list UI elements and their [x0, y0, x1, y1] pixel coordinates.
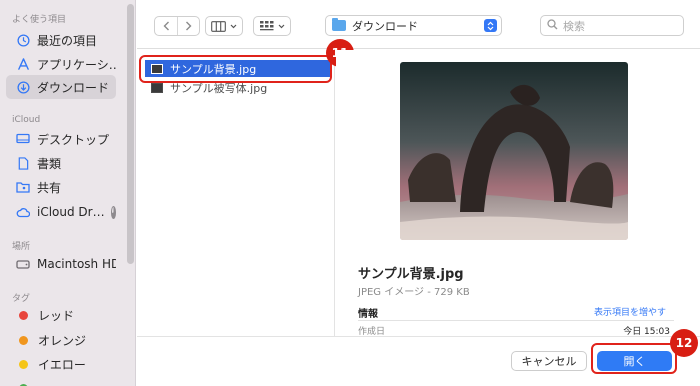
image-file-icon [151, 82, 163, 93]
sidebar-item-label: 書類 [37, 156, 62, 171]
sidebar-item-label: iCloud Dr… [37, 205, 105, 219]
sidebar-item-shared[interactable]: 共有 [6, 175, 116, 199]
file-list: サンプル背景.jpg サンプル被写体.jpg [137, 50, 335, 336]
sidebar-item-label: 最近の項目 [37, 33, 98, 48]
desktop-icon [16, 132, 30, 146]
group-button[interactable] [253, 16, 291, 36]
sidebar-item-label: Macintosh HD [37, 257, 116, 271]
preview-pane: サンプル背景.jpg JPEG イメージ - 729 KB 情報 表示項目を増や… [336, 50, 700, 337]
preview-title: サンプル背景.jpg [358, 267, 464, 282]
sidebar-item-icloud-drive[interactable]: iCloud Dr… [6, 200, 116, 224]
download-icon [16, 80, 30, 94]
location-popup[interactable]: ダウンロード [325, 15, 502, 36]
forward-button[interactable] [177, 17, 199, 35]
sidebar-item-label: 共有 [37, 180, 62, 195]
preview-image [400, 62, 628, 240]
yellow-tag-icon [19, 359, 28, 369]
sidebar-item-tag-yellow[interactable]: イエロー [6, 352, 116, 376]
sidebar-item-label: デスクトップ [37, 132, 110, 147]
back-button[interactable] [155, 17, 177, 35]
sync-progress-icon [110, 205, 116, 219]
annotation-step-12: 12 [670, 329, 698, 357]
chevron-down-icon [230, 24, 237, 29]
sidebar-item-label: イエロー [38, 357, 86, 372]
annotation-highlight-open [591, 343, 677, 374]
chevron-down-icon [278, 24, 285, 29]
sidebar: よく使う項目 最近の項目 アプリケーシ… ダウンロード iCloud デスクトッ… [0, 0, 136, 386]
info-label: 情報 [358, 309, 378, 320]
annotation-highlight-file [139, 55, 332, 83]
sidebar-item-label: オレンジ [38, 333, 87, 348]
sidebar-item-downloads[interactable]: ダウンロード [6, 75, 116, 99]
sidebar-item-label: アプリケーシ… [37, 57, 116, 72]
icloud-header: iCloud [12, 115, 41, 125]
sidebar-item-documents[interactable]: 書類 [6, 151, 116, 175]
locations-header: 場所 [12, 242, 31, 252]
view-mode-button[interactable] [205, 16, 243, 36]
sidebar-item-label: レッド [38, 308, 75, 323]
grid-icon [259, 20, 274, 32]
divider [358, 320, 674, 321]
sidebar-item-tag-orange[interactable]: オレンジ [6, 328, 116, 352]
clock-icon [16, 33, 30, 47]
location-label: ダウンロード [352, 19, 418, 33]
columns-view-icon [211, 20, 226, 32]
show-more-link[interactable]: 表示項目を増やす [594, 305, 666, 318]
updown-arrows-icon [484, 19, 497, 32]
search-input[interactable]: 検索 [540, 15, 684, 36]
orange-tag-icon [19, 335, 28, 345]
sidebar-item-tag-partial[interactable] [6, 376, 116, 386]
sidebar-item-tag-red[interactable]: レッド [6, 303, 116, 327]
sidebar-item-applications[interactable]: アプリケーシ… [6, 52, 116, 76]
document-icon [16, 156, 30, 170]
search-icon [547, 18, 558, 33]
search-placeholder: 検索 [563, 19, 585, 33]
red-tag-icon [19, 310, 28, 320]
back-forward-buttons [154, 16, 200, 36]
sidebar-item-desktop[interactable]: デスクトップ [6, 127, 116, 151]
disk-icon [16, 257, 30, 271]
sidebar-item-recents[interactable]: 最近の項目 [6, 28, 116, 52]
shared-folder-icon [16, 180, 30, 194]
applications-icon [16, 57, 30, 71]
cloud-icon [16, 205, 30, 219]
sidebar-scrollbar[interactable] [127, 4, 134, 264]
favorites-header: よく使う項目 [12, 15, 67, 25]
folder-icon [332, 18, 346, 31]
sidebar-item-macintosh-hd[interactable]: Macintosh HD [6, 252, 116, 276]
cancel-button[interactable]: キャンセル [511, 351, 587, 371]
sidebar-item-label: ダウンロード [37, 80, 110, 95]
toolbar: ダウンロード 検索 [137, 0, 700, 49]
preview-subtitle: JPEG イメージ - 729 KB [358, 287, 470, 298]
